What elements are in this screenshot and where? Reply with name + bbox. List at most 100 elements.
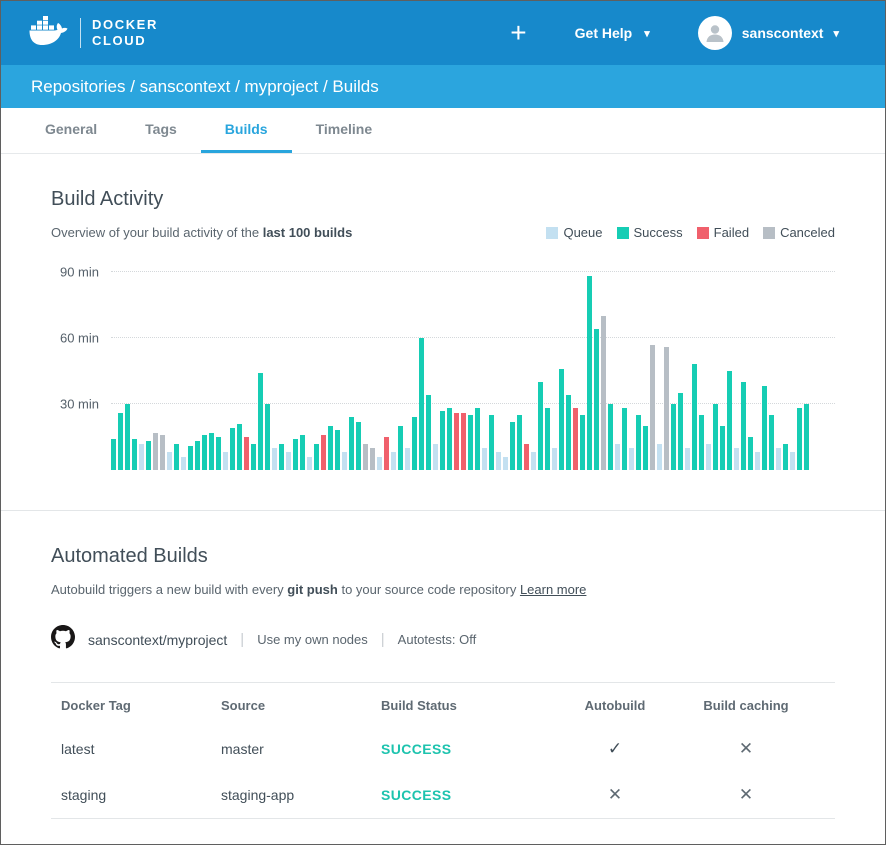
build-bar: [734, 448, 739, 470]
desc-bold: git push: [287, 582, 338, 597]
build-bar: [181, 457, 186, 470]
brand-line-2: CLOUD: [92, 33, 158, 49]
docker-cloud-logo[interactable]: DOCKER CLOUD: [29, 16, 158, 51]
build-bar: [132, 439, 137, 470]
source-cell: staging-app: [221, 787, 381, 803]
build-bar: [678, 393, 683, 470]
source-cell: master: [221, 741, 381, 757]
build-bar: [790, 452, 795, 470]
build-bar: [601, 316, 606, 470]
section-divider: [1, 510, 885, 511]
build-caching-toggle[interactable]: ✕: [671, 785, 821, 805]
build-bar: [587, 276, 592, 470]
legend-label: Queue: [563, 225, 602, 240]
desc-text: to your source code repository: [338, 582, 520, 597]
username-label: sanscontext: [742, 25, 824, 41]
build-bar: [797, 408, 802, 470]
tab-tags[interactable]: Tags: [121, 108, 201, 153]
build-bar: [342, 452, 347, 470]
breadcrumb[interactable]: Repositories / sanscontext / myproject /…: [1, 65, 885, 108]
build-bar: [307, 457, 312, 470]
source-repo-name[interactable]: sanscontext/myproject: [88, 632, 227, 648]
learn-more-link[interactable]: Learn more: [520, 582, 586, 597]
build-bar: [223, 452, 228, 470]
build-bar: [237, 424, 242, 470]
build-bar: [713, 404, 718, 470]
build-bar: [419, 338, 424, 470]
build-bar: [300, 435, 305, 470]
user-menu[interactable]: sanscontext ▾: [698, 16, 839, 50]
separator: |: [240, 631, 244, 648]
build-bar: [692, 364, 697, 470]
col-source: Source: [221, 698, 381, 713]
autobuild-toggle[interactable]: ✕: [559, 785, 671, 805]
y-axis-tick-label: 60 min: [60, 331, 99, 346]
build-bar: [398, 426, 403, 470]
source-repo-row: sanscontext/myproject | Use my own nodes…: [51, 625, 835, 654]
build-bar: [433, 444, 438, 470]
build-bar: [230, 428, 235, 470]
build-bar: [475, 408, 480, 470]
build-bar: [363, 444, 368, 470]
build-status-badge[interactable]: SUCCESS: [381, 741, 559, 757]
build-bar: [405, 448, 410, 470]
build-bar: [440, 411, 445, 470]
table-row: staging staging-app SUCCESS ✕ ✕: [51, 772, 835, 818]
header-actions: + Get Help ▾ sanscontext ▾: [510, 16, 839, 50]
build-bar: [328, 426, 333, 470]
autotests-status[interactable]: Autotests: Off: [398, 632, 477, 647]
chevron-down-icon: ▾: [833, 27, 839, 40]
build-activity-subtitle: Overview of your build activity of the l…: [51, 225, 352, 240]
subtitle-bold: last 100 builds: [263, 225, 353, 240]
build-bar: [265, 404, 270, 470]
build-bar: [489, 415, 494, 470]
build-bar: [510, 422, 515, 470]
build-caching-toggle[interactable]: ✕: [671, 739, 821, 759]
build-bar: [111, 439, 116, 470]
tab-timeline[interactable]: Timeline: [292, 108, 397, 153]
build-bar: [685, 448, 690, 470]
legend-item-queue: Queue: [546, 225, 602, 240]
build-activity-title: Build Activity: [51, 188, 835, 211]
build-status-badge[interactable]: SUCCESS: [381, 787, 559, 803]
create-new-button[interactable]: +: [510, 19, 526, 47]
build-bar: [762, 386, 767, 470]
build-bar: [615, 444, 620, 470]
build-bar: [776, 448, 781, 470]
github-icon: [51, 625, 75, 654]
desc-text: Autobuild triggers a new build with ever…: [51, 582, 287, 597]
legend-label: Canceled: [780, 225, 835, 240]
autobuild-toggle[interactable]: ✓: [559, 739, 671, 759]
build-bar: [727, 371, 732, 470]
build-bar: [314, 444, 319, 470]
build-bar: [216, 437, 221, 470]
docker-tag-cell: staging: [61, 787, 221, 803]
build-bar: [608, 404, 613, 470]
repo-tabs: General Tags Builds Timeline: [1, 108, 885, 154]
build-bar: [272, 448, 277, 470]
build-bar: [454, 413, 459, 470]
build-bar: [531, 452, 536, 470]
docker-tag-cell: latest: [61, 741, 221, 757]
build-bar: [622, 408, 627, 470]
top-header: DOCKER CLOUD + Get Help ▾ sanscontext ▾: [1, 1, 885, 65]
build-bar: [356, 422, 361, 470]
tab-general[interactable]: General: [21, 108, 121, 153]
docker-cloud-window: DOCKER CLOUD + Get Help ▾ sanscontext ▾: [0, 0, 886, 845]
use-own-nodes-link[interactable]: Use my own nodes: [257, 632, 368, 647]
build-bar: [657, 444, 662, 470]
tab-builds[interactable]: Builds: [201, 108, 292, 153]
build-bar: [195, 441, 200, 470]
build-bar: [153, 433, 158, 470]
main-content: Build Activity Overview of your build ac…: [1, 188, 885, 819]
build-bar: [244, 437, 249, 470]
build-bar: [321, 435, 326, 470]
get-help-menu[interactable]: Get Help ▾: [575, 25, 650, 41]
build-rules-table: Docker Tag Source Build Status Autobuild…: [51, 682, 835, 819]
build-bar: [146, 441, 151, 470]
chart-legend: Queue Success Failed Canceled: [546, 225, 835, 240]
build-bar: [468, 415, 473, 470]
build-bar: [594, 329, 599, 470]
logo-divider: [80, 18, 81, 48]
col-build-status: Build Status: [381, 698, 559, 713]
